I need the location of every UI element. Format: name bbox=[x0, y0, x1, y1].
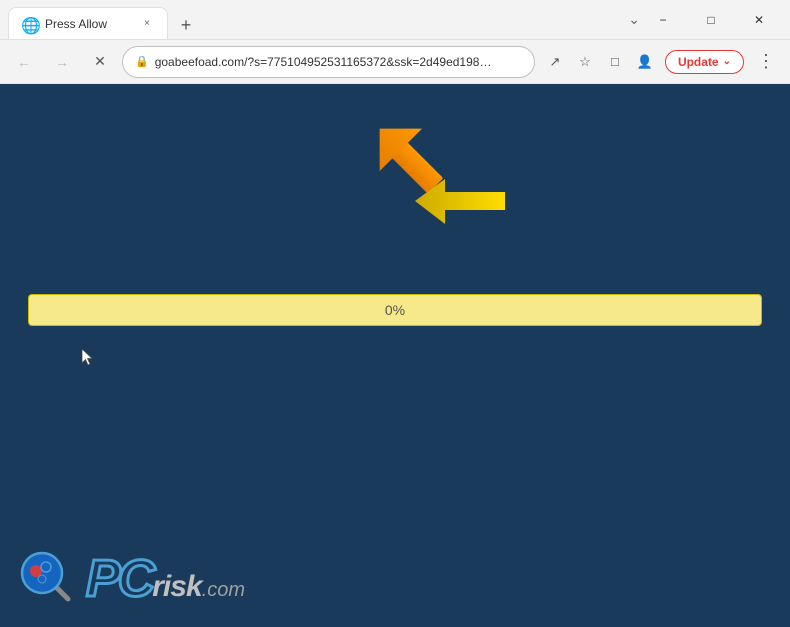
close-button[interactable]: ✕ bbox=[736, 4, 782, 36]
star-icon: ☆ bbox=[579, 54, 591, 70]
update-chevron-icon: ⌄ bbox=[723, 56, 731, 67]
share-icon: ↗ bbox=[549, 54, 560, 70]
logo-icon bbox=[20, 551, 76, 607]
logo-text-area: PC risk .com bbox=[86, 553, 245, 605]
extension-icon: □ bbox=[611, 54, 619, 69]
new-tab-button[interactable]: + bbox=[172, 11, 200, 39]
extension-button[interactable]: □ bbox=[601, 48, 629, 76]
bookmark-button[interactable]: ☆ bbox=[571, 48, 599, 76]
progress-bar-container: 0% bbox=[28, 294, 762, 326]
back-button[interactable]: ← bbox=[8, 46, 40, 78]
menu-dots-icon: ⋮ bbox=[757, 51, 775, 72]
progress-bar: 0% bbox=[28, 294, 762, 326]
tab-area: 🌐 Press Allow × + bbox=[8, 0, 628, 39]
arrows-area bbox=[335, 114, 495, 234]
tab-close-button[interactable]: × bbox=[139, 16, 155, 32]
tab-favicon: 🌐 bbox=[21, 16, 37, 32]
address-action-icons: ↗ ☆ □ 👤 bbox=[541, 48, 659, 76]
chevron-down-icon[interactable]: ⌄ bbox=[628, 11, 640, 28]
yellow-left-arrow-icon bbox=[415, 174, 505, 229]
update-label: Update bbox=[678, 55, 719, 69]
reload-icon: ✕ bbox=[94, 53, 106, 70]
browser-menu-button[interactable]: ⋮ bbox=[750, 46, 782, 78]
maximize-button[interactable]: □ bbox=[688, 4, 734, 36]
logo-pc-text: PC bbox=[86, 553, 152, 605]
reload-button[interactable]: ✕ bbox=[84, 46, 116, 78]
tab-title: Press Allow bbox=[45, 17, 131, 31]
profile-icon: 👤 bbox=[637, 54, 653, 70]
chevron-area: ⌄ bbox=[628, 11, 640, 28]
titlebar: 🌐 Press Allow × + ⌄ − □ ✕ bbox=[0, 0, 790, 40]
url-text: goabeefoad.com/?s=775104952531165372&ssk… bbox=[155, 55, 498, 69]
window-controls: − □ ✕ bbox=[640, 4, 782, 36]
minimize-button[interactable]: − bbox=[640, 4, 686, 36]
logo-risk-text: risk bbox=[152, 572, 201, 602]
profile-button[interactable]: 👤 bbox=[631, 48, 659, 76]
logo-pc-risk-line: PC risk .com bbox=[86, 553, 245, 605]
address-bar[interactable]: 🔒 goabeefoad.com/?s=775104952531165372&s… bbox=[122, 46, 535, 78]
active-tab[interactable]: 🌐 Press Allow × bbox=[8, 7, 168, 39]
logo-com-text: .com bbox=[202, 580, 245, 600]
mouse-cursor bbox=[82, 349, 94, 367]
webpage-content: 0% PC risk .com bbox=[0, 84, 790, 627]
back-arrow-icon: ← bbox=[17, 54, 31, 70]
share-button[interactable]: ↗ bbox=[541, 48, 569, 76]
progress-text: 0% bbox=[385, 302, 405, 318]
forward-arrow-icon: → bbox=[55, 54, 69, 70]
forward-button[interactable]: → bbox=[46, 46, 78, 78]
lock-icon: 🔒 bbox=[135, 55, 149, 68]
addressbar: ← → ✕ 🔒 goabeefoad.com/?s=77510495253116… bbox=[0, 40, 790, 84]
pcrisk-logo: PC risk .com bbox=[20, 551, 245, 607]
update-button[interactable]: Update ⌄ bbox=[665, 50, 744, 74]
